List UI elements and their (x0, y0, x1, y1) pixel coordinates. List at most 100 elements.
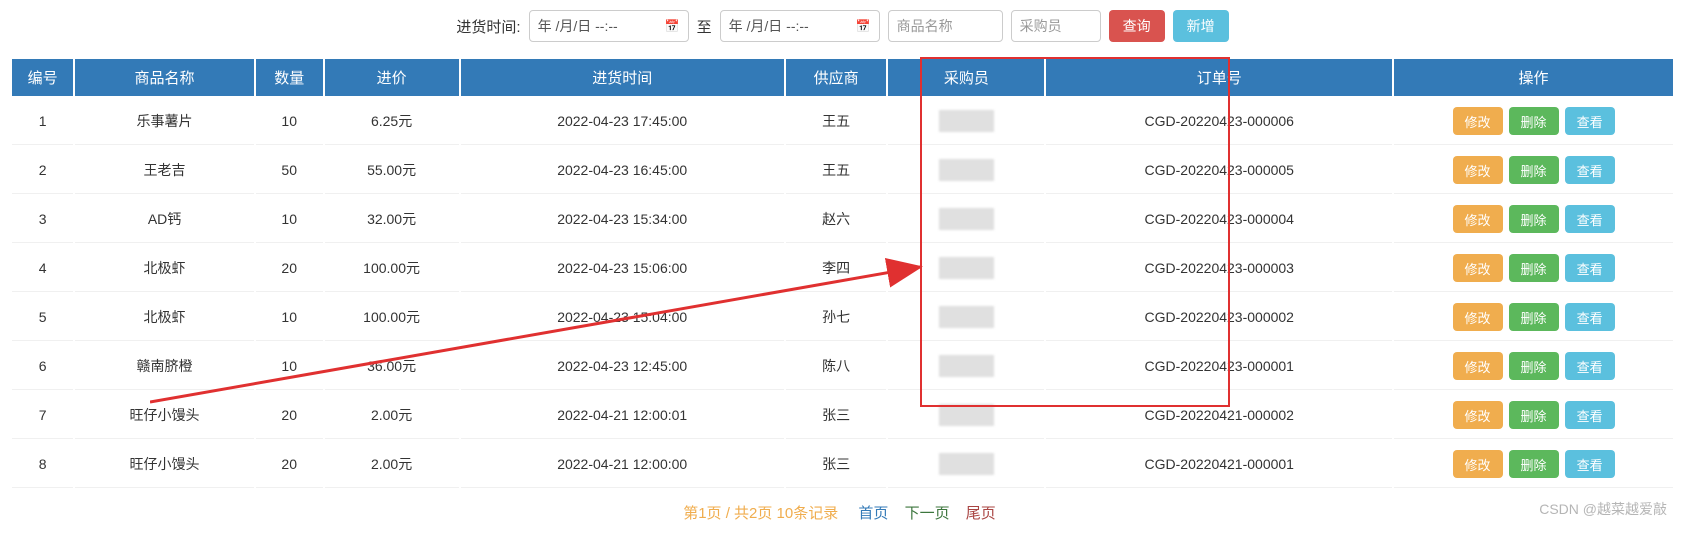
th-name: 商品名称 (75, 59, 253, 96)
view-button[interactable]: 查看 (1565, 450, 1615, 478)
to-label: 至 (697, 16, 712, 37)
blurred-content (939, 208, 994, 230)
cell-buyer (888, 392, 1044, 439)
cell-order: CGD-20220423-000003 (1046, 245, 1392, 292)
delete-button[interactable]: 删除 (1509, 401, 1559, 429)
th-order: 订单号 (1046, 59, 1392, 96)
table-row: 2王老吉5055.00元2022-04-23 16:45:00王五CGD-202… (12, 147, 1673, 194)
view-button[interactable]: 查看 (1565, 401, 1615, 429)
date-from-text: 年 /月/日 --:-- (538, 16, 618, 36)
cell-id: 1 (12, 98, 73, 145)
edit-button[interactable]: 修改 (1453, 352, 1503, 380)
cell-time: 2022-04-23 17:45:00 (461, 98, 784, 145)
blurred-content (939, 306, 994, 328)
blurred-content (939, 110, 994, 132)
delete-button[interactable]: 删除 (1509, 303, 1559, 331)
edit-button[interactable]: 修改 (1453, 156, 1503, 184)
add-button[interactable]: 新增 (1173, 10, 1229, 42)
table-row: 8旺仔小馒头202.00元2022-04-21 12:00:00张三CGD-20… (12, 441, 1673, 488)
watermark: CSDN @越菜越爱敲 (1539, 499, 1667, 519)
cell-qty: 20 (256, 392, 323, 439)
next-page-link[interactable]: 下一页 (905, 505, 950, 522)
cell-time: 2022-04-23 16:45:00 (461, 147, 784, 194)
blurred-content (939, 355, 994, 377)
search-bar: 进货时间: 年 /月/日 --:-- 📅 至 年 /月/日 --:-- 📅 查询… (10, 10, 1675, 42)
cell-supplier: 赵六 (786, 196, 886, 243)
cell-name: 旺仔小馒头 (75, 392, 253, 439)
cell-action: 修改删除查看 (1394, 196, 1673, 243)
blurred-content (939, 404, 994, 426)
table-container: 编号 商品名称 数量 进价 进货时间 供应商 采购员 订单号 操作 1乐事薯片1… (10, 57, 1675, 490)
cell-price: 2.00元 (325, 392, 459, 439)
table-row: 7旺仔小馒头202.00元2022-04-21 12:00:01张三CGD-20… (12, 392, 1673, 439)
query-button[interactable]: 查询 (1109, 10, 1165, 42)
th-supplier: 供应商 (786, 59, 886, 96)
th-buyer: 采购员 (888, 59, 1044, 96)
cell-buyer (888, 294, 1044, 341)
delete-button[interactable]: 删除 (1509, 352, 1559, 380)
delete-button[interactable]: 删除 (1509, 156, 1559, 184)
cell-supplier: 孙七 (786, 294, 886, 341)
cell-time: 2022-04-23 15:34:00 (461, 196, 784, 243)
cell-time: 2022-04-21 12:00:01 (461, 392, 784, 439)
delete-button[interactable]: 删除 (1509, 205, 1559, 233)
cell-id: 2 (12, 147, 73, 194)
table-row: 6赣南脐橙1036.00元2022-04-23 12:45:00陈八CGD-20… (12, 343, 1673, 390)
edit-button[interactable]: 修改 (1453, 205, 1503, 233)
first-page-link[interactable]: 首页 (858, 505, 888, 522)
date-from-input[interactable]: 年 /月/日 --:-- 📅 (529, 10, 689, 42)
view-button[interactable]: 查看 (1565, 107, 1615, 135)
cell-qty: 10 (256, 196, 323, 243)
edit-button[interactable]: 修改 (1453, 107, 1503, 135)
date-to-input[interactable]: 年 /月/日 --:-- 📅 (720, 10, 880, 42)
cell-qty: 20 (256, 245, 323, 292)
cell-buyer (888, 343, 1044, 390)
cell-order: CGD-20220421-000001 (1046, 441, 1392, 488)
cell-action: 修改删除查看 (1394, 441, 1673, 488)
delete-button[interactable]: 删除 (1509, 450, 1559, 478)
cell-supplier: 张三 (786, 392, 886, 439)
delete-button[interactable]: 删除 (1509, 254, 1559, 282)
cell-time: 2022-04-21 12:00:00 (461, 441, 784, 488)
cell-buyer (888, 245, 1044, 292)
edit-button[interactable]: 修改 (1453, 450, 1503, 478)
cell-order: CGD-20220423-000001 (1046, 343, 1392, 390)
th-time: 进货时间 (461, 59, 784, 96)
cell-action: 修改删除查看 (1394, 245, 1673, 292)
cell-name: 北极虾 (75, 294, 253, 341)
cell-time: 2022-04-23 15:06:00 (461, 245, 784, 292)
edit-button[interactable]: 修改 (1453, 401, 1503, 429)
product-name-input[interactable] (888, 10, 1003, 42)
cell-action: 修改删除查看 (1394, 343, 1673, 390)
cell-name: 赣南脐橙 (75, 343, 253, 390)
cell-id: 3 (12, 196, 73, 243)
cell-buyer (888, 147, 1044, 194)
page-info: 第1页 / 共2页 10条记录 (683, 505, 838, 522)
view-button[interactable]: 查看 (1565, 254, 1615, 282)
view-button[interactable]: 查看 (1565, 352, 1615, 380)
table-row: 5北极虾10100.00元2022-04-23 15:04:00孙七CGD-20… (12, 294, 1673, 341)
calendar-icon: 📅 (665, 19, 680, 33)
blurred-content (939, 257, 994, 279)
table-row: 4北极虾20100.00元2022-04-23 15:06:00李四CGD-20… (12, 245, 1673, 292)
last-page-link[interactable]: 尾页 (966, 505, 996, 522)
cell-order: CGD-20220423-000005 (1046, 147, 1392, 194)
cell-qty: 10 (256, 294, 323, 341)
cell-order: CGD-20220423-000004 (1046, 196, 1392, 243)
cell-order: CGD-20220423-000002 (1046, 294, 1392, 341)
cell-supplier: 张三 (786, 441, 886, 488)
edit-button[interactable]: 修改 (1453, 254, 1503, 282)
date-to-text: 年 /月/日 --:-- (729, 16, 809, 36)
view-button[interactable]: 查看 (1565, 156, 1615, 184)
buyer-input[interactable] (1011, 10, 1101, 42)
cell-price: 2.00元 (325, 441, 459, 488)
cell-action: 修改删除查看 (1394, 294, 1673, 341)
view-button[interactable]: 查看 (1565, 303, 1615, 331)
cell-supplier: 陈八 (786, 343, 886, 390)
cell-name: 乐事薯片 (75, 98, 253, 145)
cell-id: 5 (12, 294, 73, 341)
view-button[interactable]: 查看 (1565, 205, 1615, 233)
edit-button[interactable]: 修改 (1453, 303, 1503, 331)
delete-button[interactable]: 删除 (1509, 107, 1559, 135)
cell-qty: 10 (256, 343, 323, 390)
